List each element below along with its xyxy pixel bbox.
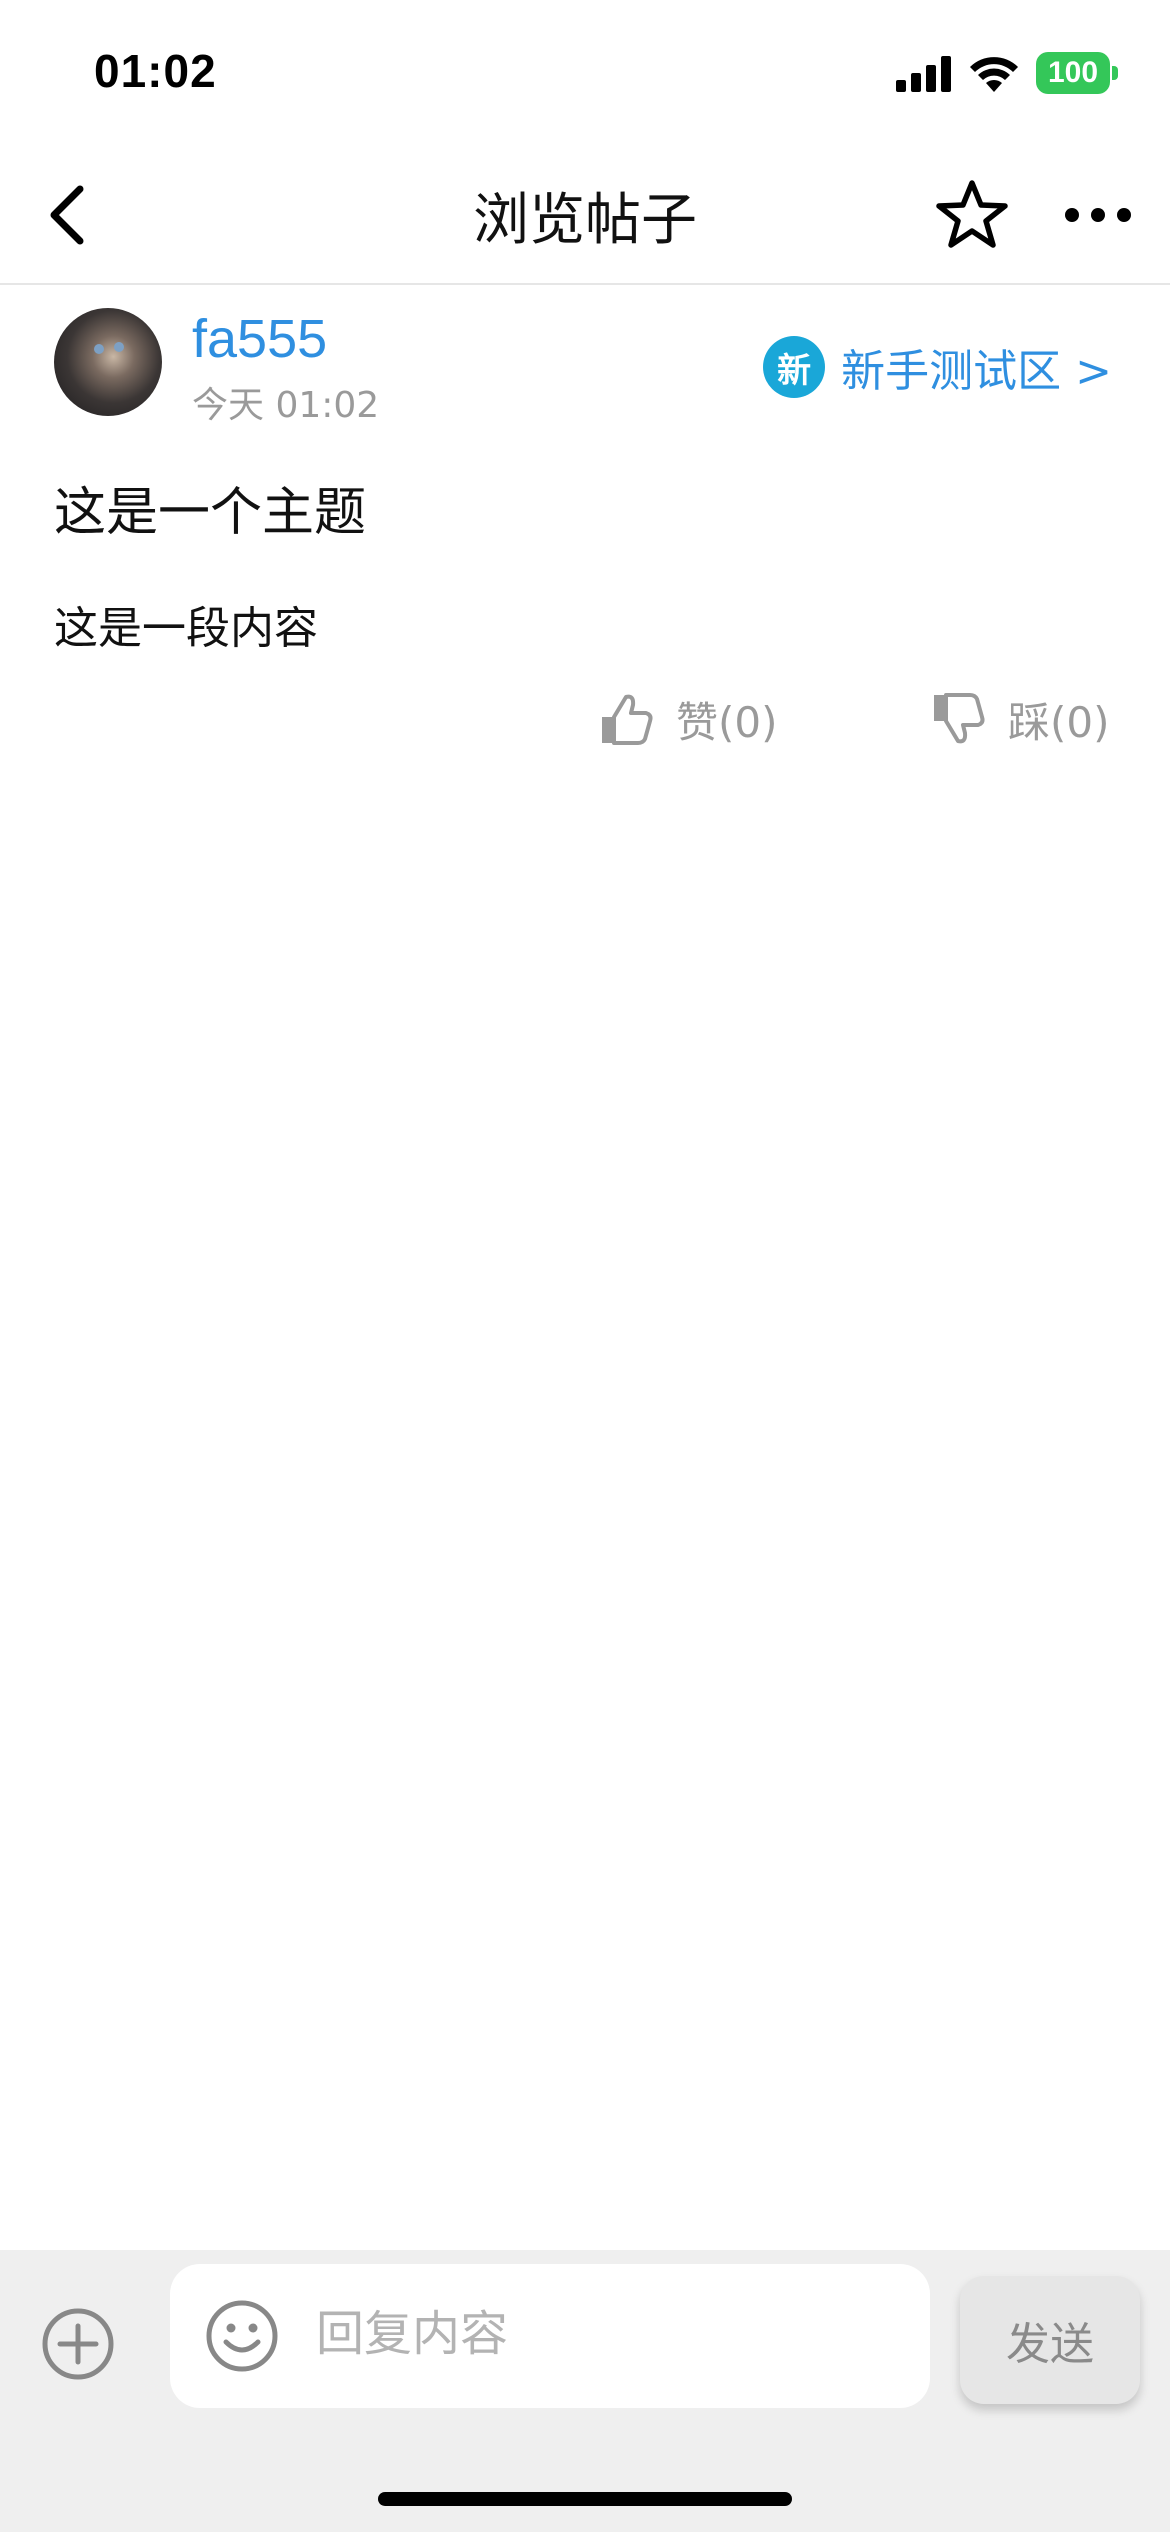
more-icon[interactable] [1060, 175, 1140, 255]
battery-level: 100 [1047, 56, 1099, 89]
author-name[interactable]: fa555 [192, 308, 327, 370]
add-circle-icon[interactable] [38, 2304, 118, 2384]
dislike-count: 踩(0) [1008, 697, 1110, 747]
dislike-button[interactable]: 踩(0) [928, 684, 1110, 754]
status-bar: 01:02 100 [0, 0, 1170, 145]
post-title: 这是一个主题 [54, 483, 367, 543]
forum-name: 新手测试区 > [841, 346, 1112, 397]
new-badge-icon: 新 [763, 336, 826, 398]
forum-link[interactable]: 新 新手测试区 > [763, 336, 1112, 398]
avatar-eye [114, 342, 124, 352]
thumbs-up-icon [602, 694, 653, 745]
home-indicator [378, 2492, 792, 2506]
reply-input[interactable] [314, 2294, 894, 2374]
battery-indicator: 100 [1036, 52, 1110, 94]
navigation-bar: 浏览帖子 [0, 145, 1170, 285]
reply-composer: 发送 [0, 2250, 1170, 2532]
like-button[interactable]: 赞(0) [596, 684, 778, 754]
like-count: 赞(0) [676, 697, 778, 747]
avatar[interactable] [54, 308, 162, 416]
thumbs-down-icon [934, 693, 985, 744]
battery-cap [1112, 66, 1118, 80]
send-button[interactable]: 发送 [960, 2276, 1140, 2404]
reply-box [170, 2264, 930, 2408]
status-time: 01:02 [94, 45, 217, 97]
emoji-icon[interactable] [204, 2298, 280, 2374]
post-content: 这是一段内容 [54, 603, 318, 654]
post-time: 今天 01:02 [192, 385, 380, 426]
star-icon[interactable] [932, 175, 1012, 255]
wifi-icon [970, 57, 1018, 92]
avatar-eye [94, 344, 104, 354]
cellular-signal-icon [896, 56, 951, 92]
